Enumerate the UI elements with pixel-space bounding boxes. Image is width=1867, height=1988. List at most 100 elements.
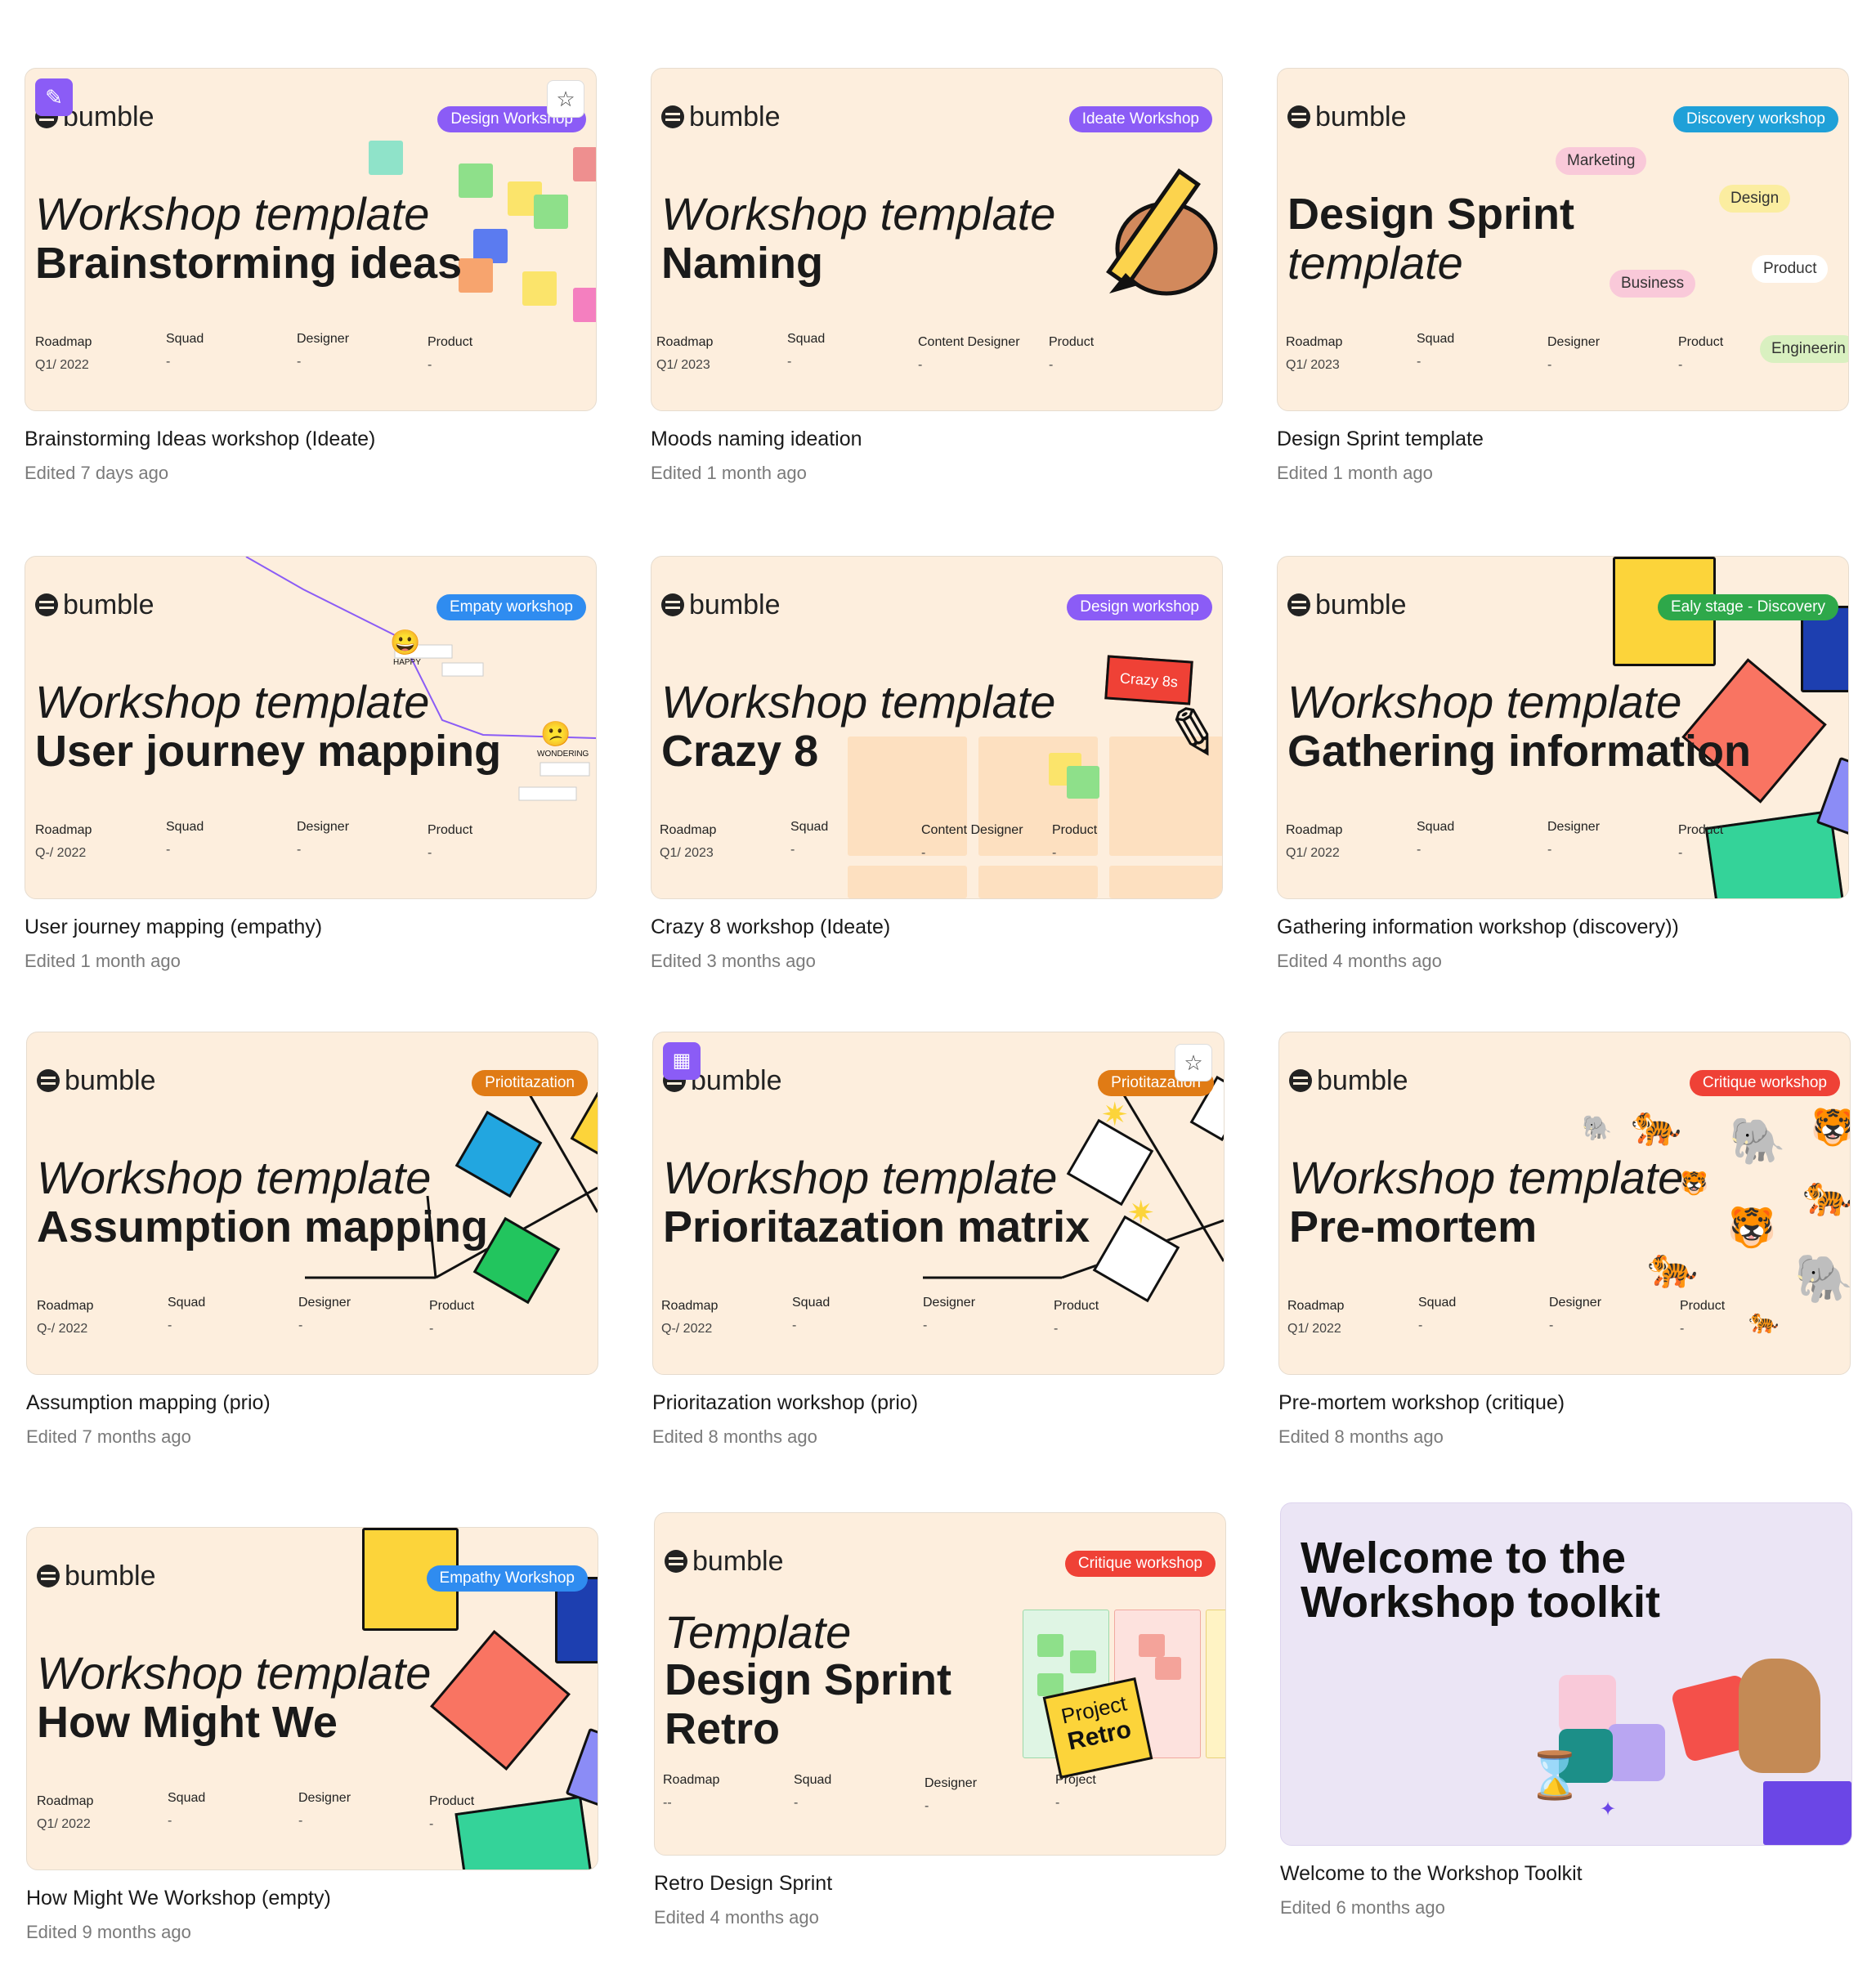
tag-pill: Design <box>1719 185 1791 213</box>
meta-designer: Designer - <box>298 1296 351 1332</box>
star-icon[interactable]: ☆ <box>1175 1044 1212 1081</box>
template-pin-icon[interactable]: ✎ <box>35 78 73 116</box>
meta-product: Product - <box>1049 335 1095 372</box>
board-title[interactable]: Retro Design Sprint <box>654 1872 832 1896</box>
meta-product: Product - <box>429 1794 475 1831</box>
tiger-icon: 🐅 <box>1631 1102 1682 1148</box>
board-thumbnail[interactable]: Welcome to the Workshop toolkit ⌛ ✦ <box>1280 1502 1852 1846</box>
bumble-logo: bumble <box>1287 101 1407 133</box>
board-thumbnail[interactable]: Project Retro bumble Critique workshop T… <box>654 1512 1226 1856</box>
meta-squad: Squad - <box>787 332 826 369</box>
thumbnail-subtitle: Workshop template <box>37 1647 432 1699</box>
grid-cell <box>848 866 967 898</box>
thumbnail-subtitle: Workshop template <box>35 188 430 240</box>
thumbnail-subtitle: Workshop template <box>661 188 1056 240</box>
thumbnail-title: Design Sprint <box>1287 190 1575 239</box>
meta-product: Product - <box>1680 1299 1726 1336</box>
board-edited: Edited 7 months ago <box>26 1426 191 1447</box>
meta-roadmap: Roadmap -- <box>663 1773 720 1810</box>
meta-roadmap: Roadmap Q-/ 2022 <box>37 1299 94 1336</box>
board-thumbnail[interactable]: bumble Ideate Workshop Workshop template… <box>651 68 1223 411</box>
tiger-icon: 🐅 <box>1802 1172 1851 1218</box>
board-title[interactable]: Gathering information workshop (discover… <box>1277 916 1679 939</box>
bumble-logo: bumble <box>661 589 781 621</box>
category-badge: Priotitazation <box>472 1070 588 1096</box>
bumble-logo: bumble <box>1287 589 1407 621</box>
sticky-note <box>534 195 568 229</box>
tiger-icon: 🐅 <box>1748 1308 1780 1335</box>
thumbnail-title: Brainstorming ideas <box>35 239 463 288</box>
meta-product: Product - <box>428 823 473 860</box>
thumbnail-title: Crazy 8 <box>661 727 819 776</box>
meta-squad: Squad - <box>166 332 204 369</box>
board-edited: Edited 1 month ago <box>25 951 181 971</box>
thumbnail-title: Naming <box>661 239 824 288</box>
meta-designer: Designer - <box>923 1296 976 1332</box>
purple-shape <box>1816 756 1848 836</box>
elephant-icon: 🐘 <box>1794 1252 1851 1305</box>
sticky-note <box>522 271 557 306</box>
meta-product: Product - <box>428 335 473 372</box>
meta-product: Product - <box>1052 823 1098 860</box>
board-thumbnail[interactable]: bumble Empathy Workshop Workshop templat… <box>26 1527 598 1870</box>
template-board-icon[interactable]: ▦ <box>663 1042 701 1080</box>
meta-project: Project - <box>1055 1773 1096 1810</box>
category-badge: Critique workshop <box>1064 1551 1216 1577</box>
board-thumbnail[interactable]: Crazy 8s ✎ bumble Design workshop Worksh… <box>651 556 1223 899</box>
bumble-logo: bumble <box>37 1065 156 1097</box>
thumbnail-subtitle: Workshop template <box>35 676 430 728</box>
sparkle-icon: ✦ <box>1600 1798 1617 1820</box>
star-icon[interactable]: ☆ <box>547 80 584 118</box>
board-title[interactable]: Prioritazation workshop (prio) <box>652 1391 918 1415</box>
board-title[interactable]: Design Sprint template <box>1277 428 1484 451</box>
board-thumbnail[interactable]: 😀 HAPPY 😕 WONDERING bumble Empaty worksh… <box>25 556 597 899</box>
meta-roadmap: Roadmap Q-/ 2022 <box>661 1299 719 1336</box>
meta-product: Product - <box>1678 823 1724 860</box>
board-thumbnail[interactable]: 🐘 🐅 🐘 🐯 🐯 🐅 🐯 🐅 🐘 🐅 bumble Critique work… <box>1278 1032 1851 1375</box>
board-title[interactable]: User journey mapping (empathy) <box>25 916 322 939</box>
sticky-note <box>1067 766 1099 799</box>
star-burst-icon: ✷ <box>1127 1195 1155 1231</box>
board-title[interactable]: Crazy 8 workshop (Ideate) <box>651 916 890 939</box>
category-badge: Design workshop <box>1067 594 1212 620</box>
board-edited: Edited 4 months ago <box>654 1907 819 1928</box>
sticky-note <box>1139 1634 1165 1657</box>
meta-product: Product - <box>429 1299 475 1336</box>
board-thumbnail[interactable]: ✷ ✷ bumble Priotitazation Workshop templ… <box>652 1032 1225 1375</box>
meta-designer: Designer - <box>297 332 350 369</box>
thumbnail-subtitle: template <box>1287 237 1463 289</box>
star-burst-icon: ✷ <box>1101 1097 1129 1133</box>
hand-illustration <box>1739 1659 1820 1773</box>
thumbnail-subtitle: Workshop template <box>663 1152 1058 1203</box>
board-thumbnail[interactable]: bumble Ealy stage - Discovery Workshop t… <box>1277 556 1849 899</box>
board-title[interactable]: Brainstorming Ideas workshop (Ideate) <box>25 428 375 451</box>
meta-content-designer: Content Designer - <box>921 823 1023 860</box>
sticky-note <box>573 147 596 181</box>
sticky-note <box>1037 1634 1063 1657</box>
board-edited: Edited 9 months ago <box>26 1922 191 1942</box>
journey-label: WONDERING <box>537 750 589 759</box>
thumbnail-subtitle: Workshop template <box>37 1152 432 1203</box>
board-thumbnail[interactable]: bumble Priotitazation Workshop template … <box>26 1032 598 1375</box>
elephant-icon: 🐘 <box>1582 1115 1613 1142</box>
red-diamond <box>430 1630 571 1771</box>
board-title[interactable]: How Might We Workshop (empty) <box>26 1887 331 1910</box>
green-shape <box>454 1795 593 1869</box>
thumbnail-title: How Might We <box>37 1698 338 1747</box>
meta-roadmap: Roadmap Q1/ 2022 <box>35 335 92 372</box>
sticky-note <box>459 258 493 293</box>
meta-squad: Squad - <box>1417 820 1455 857</box>
board-title[interactable]: Assumption mapping (prio) <box>26 1391 271 1415</box>
meta-designer: Designer - <box>1547 820 1601 857</box>
board-thumbnail[interactable]: bumble Design Workshop Workshop template… <box>25 68 597 411</box>
tag-pill: Business <box>1610 270 1696 298</box>
board-title[interactable]: Pre-mortem workshop (critique) <box>1278 1391 1565 1415</box>
meta-roadmap: Roadmap Q1/ 2022 <box>37 1794 94 1831</box>
board-thumbnail[interactable]: Marketing Design Product Business Engine… <box>1277 68 1849 411</box>
meta-roadmap: Roadmap Q-/ 2022 <box>35 823 92 860</box>
board-title[interactable]: Moods naming ideation <box>651 428 862 451</box>
meta-designer: Designer - <box>1547 335 1601 372</box>
happy-emoji-icon: 😀 <box>390 629 421 656</box>
board-title[interactable]: Welcome to the Workshop Toolkit <box>1280 1862 1583 1886</box>
thumbnail-title: User journey mapping <box>35 727 502 776</box>
